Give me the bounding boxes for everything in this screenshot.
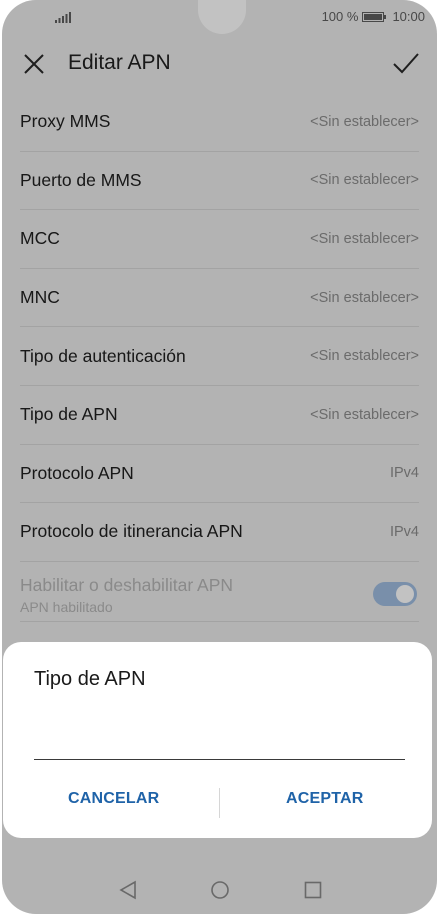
apn-type-input-wrapper [34,722,405,760]
apn-type-input[interactable] [34,722,405,759]
apn-type-dialog: Tipo de APN CANCELAR ACEPTAR [3,642,432,838]
dialog-title: Tipo de APN [34,668,146,690]
button-divider [219,788,220,818]
accept-button[interactable]: ACEPTAR [286,790,364,808]
cancel-button[interactable]: CANCELAR [68,790,159,808]
